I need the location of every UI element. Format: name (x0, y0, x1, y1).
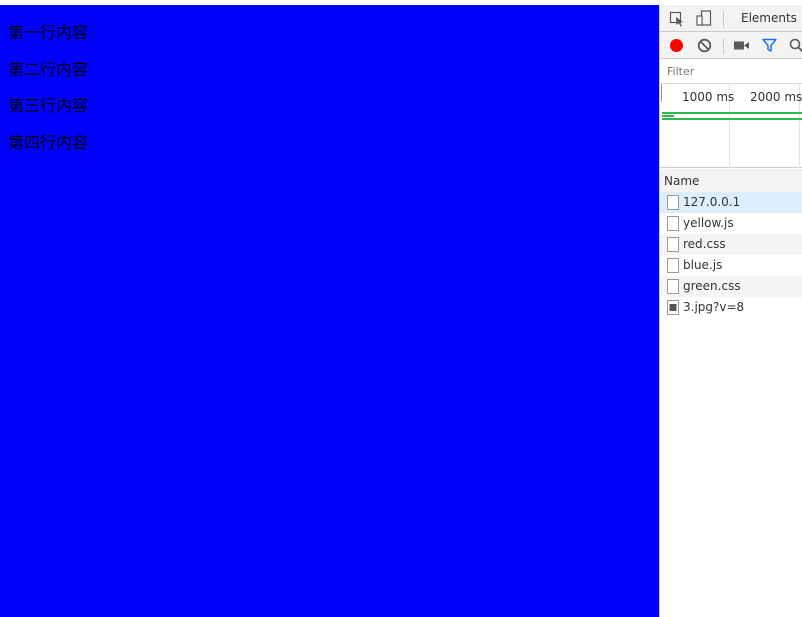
content-line-1: 第一行内容 (8, 23, 89, 42)
overview-timing-bar (662, 112, 802, 114)
request-row[interactable]: 127.0.0.1 (660, 192, 802, 213)
inspect-icon[interactable] (669, 11, 685, 27)
overview-timing-bar (662, 118, 802, 120)
request-name: blue.js (683, 258, 723, 272)
request-row[interactable]: yellow.js (660, 213, 802, 234)
document-icon (667, 237, 679, 252)
document-icon (667, 258, 679, 273)
name-column-label: Name (664, 174, 700, 188)
network-toolbar (660, 32, 802, 59)
content-line-4: 第四行内容 (8, 133, 89, 152)
request-row[interactable]: green.css (660, 276, 802, 297)
document-icon (667, 216, 679, 231)
device-toggle-icon[interactable] (696, 10, 712, 27)
tab-elements[interactable]: Elements (741, 11, 797, 25)
requests-column-header[interactable]: Name (660, 169, 802, 193)
request-name: 3.jpg?v=8 (683, 300, 745, 314)
network-overview[interactable]: 1000 ms 2000 ms (660, 84, 802, 168)
overview-cursor (661, 84, 662, 102)
image-file-icon (667, 300, 679, 315)
devtools-tab-bar: Elements (660, 5, 802, 32)
request-row[interactable]: red.css (660, 234, 802, 255)
screenshot-icon[interactable] (734, 40, 750, 51)
clear-icon[interactable] (697, 38, 712, 53)
document-icon (667, 195, 679, 210)
request-row[interactable]: blue.js (660, 255, 802, 276)
filter-input[interactable] (667, 65, 787, 78)
request-name: 127.0.0.1 (683, 195, 741, 209)
content-line-3: 第三行内容 (8, 96, 89, 115)
request-name: yellow.js (683, 216, 734, 230)
page-viewport: 第一行内容 第二行内容 第三行内容 第四行内容 (0, 5, 659, 617)
filter-bar (660, 59, 802, 84)
overview-tick-label: 2000 ms (750, 90, 802, 104)
request-name: red.css (683, 237, 726, 251)
content-line-2: 第二行内容 (8, 60, 89, 79)
overview-timing-bar (662, 115, 674, 117)
document-icon (667, 279, 679, 294)
overview-tick-label: 1000 ms (682, 90, 735, 104)
request-row[interactable]: 3.jpg?v=8 (660, 297, 802, 318)
filter-icon[interactable] (762, 38, 777, 53)
record-icon[interactable] (669, 38, 684, 53)
search-icon[interactable] (789, 38, 802, 53)
toolbar-separator (723, 38, 724, 54)
devtools-panel: Elements 1000 ms 2000 ms (659, 5, 802, 617)
toolbar-separator (723, 11, 724, 27)
request-name: green.css (683, 279, 741, 293)
